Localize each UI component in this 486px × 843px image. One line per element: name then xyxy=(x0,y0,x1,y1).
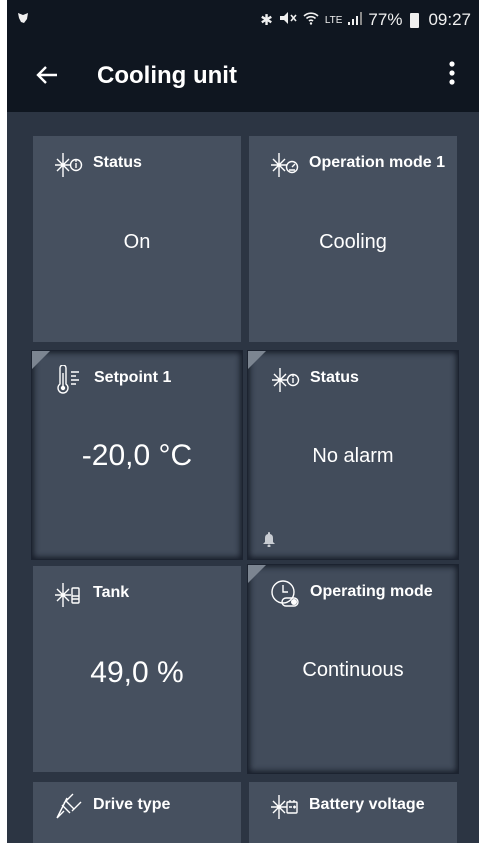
corner-indicator xyxy=(248,565,266,583)
tile-drive-type[interactable]: Drive type xyxy=(33,782,241,843)
tile-value: 49,0 % xyxy=(90,656,184,689)
tile-label: Status xyxy=(93,154,142,171)
status-bar: ✱ LTE 77% 09:27 xyxy=(7,0,479,40)
snowflake-tank-icon xyxy=(53,580,83,610)
arrow-left-icon xyxy=(36,66,57,84)
snowflake-gauge-icon xyxy=(269,150,299,180)
tile-label: Drive type xyxy=(93,796,171,813)
tile-value: Continuous xyxy=(302,659,404,681)
battery-percent: 77% xyxy=(368,10,403,29)
snowflake-info-icon xyxy=(53,150,83,180)
tile-label: Operation mode 1 xyxy=(309,154,446,171)
tile-label: Setpoint 1 xyxy=(94,369,172,386)
plug-icon xyxy=(53,792,83,822)
snowflake-info-icon xyxy=(270,365,300,395)
clock-toggle-icon xyxy=(270,579,300,609)
overflow-menu-button[interactable] xyxy=(437,60,467,92)
bluetooth-icon: ✱ xyxy=(260,12,273,29)
more-vert-icon xyxy=(449,60,455,85)
notification-icon xyxy=(15,10,31,31)
corner-indicator xyxy=(32,351,50,369)
thermometer-icon xyxy=(54,364,84,395)
tile-value: -20,0 °C xyxy=(81,439,193,472)
corner-indicator xyxy=(248,351,266,369)
battery-icon xyxy=(410,12,420,28)
back-button[interactable] xyxy=(25,60,69,92)
tile-value: On xyxy=(123,231,151,253)
app-bar: Cooling unit xyxy=(7,40,479,112)
tile-value: No alarm xyxy=(312,445,394,467)
snowflake-battery-icon xyxy=(269,792,299,822)
tile-label: Tank xyxy=(93,584,130,601)
tile-tank[interactable]: Tank 49,0 % xyxy=(33,566,241,772)
tile-value: Cooling xyxy=(319,231,387,253)
signal-icon xyxy=(348,10,363,30)
bell-icon xyxy=(262,531,276,548)
tile-operation-mode-1[interactable]: Operation mode 1 Cooling xyxy=(249,136,457,342)
wifi-icon xyxy=(303,11,319,29)
tile-label: Status xyxy=(310,369,359,386)
mute-icon xyxy=(279,11,297,29)
tile-alarm-status[interactable]: Status No alarm xyxy=(247,350,459,560)
tile-setpoint-1[interactable]: Setpoint 1 -20,0 °C xyxy=(31,350,243,560)
page-title: Cooling unit xyxy=(97,62,237,89)
app-screen: ✱ LTE 77% 09:27 Cooling unit Status On O… xyxy=(7,0,479,843)
tile-battery-voltage[interactable]: Battery voltage xyxy=(249,782,457,843)
lte-indicator: LTE xyxy=(324,14,343,26)
tile-status[interactable]: Status On xyxy=(33,136,241,342)
clock: 09:27 xyxy=(428,10,471,29)
tile-label: Operating mode xyxy=(310,583,433,600)
tile-label: Battery voltage xyxy=(309,796,425,813)
tile-operating-mode[interactable]: Operating mode Continuous xyxy=(247,564,459,774)
